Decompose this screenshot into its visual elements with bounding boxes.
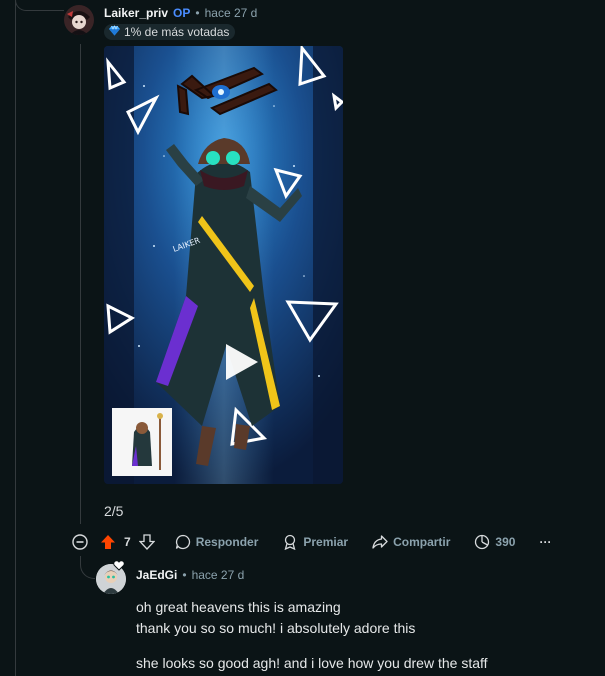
- share-label: Compartir: [393, 535, 451, 549]
- parent-thread-line: [15, 0, 16, 676]
- reply-text-line: oh great heavens this is amazing: [136, 599, 341, 615]
- reply-text-line: she looks so good agh! and i love how yo…: [136, 655, 488, 671]
- comment-action-bar: 7 Responder Premiar Compartir 390 ···: [72, 530, 551, 554]
- op-badge: OP: [173, 6, 191, 20]
- share-icon: [372, 534, 388, 550]
- collapse-icon[interactable]: [72, 534, 88, 550]
- award-button[interactable]: Premiar: [282, 534, 348, 550]
- meta-separator: •: [182, 568, 187, 582]
- flair-label: 1% de más votadas: [124, 25, 230, 39]
- views-indicator[interactable]: 390: [474, 534, 515, 550]
- downvote-icon: [138, 534, 155, 550]
- comment-video[interactable]: LAIKER: [104, 46, 343, 484]
- share-button[interactable]: Compartir: [372, 534, 450, 550]
- online-heart-icon: [113, 559, 125, 574]
- comment-thread-line: [80, 44, 81, 524]
- downvote-button[interactable]: [138, 534, 155, 550]
- views-count: 390: [495, 535, 516, 549]
- meta-separator: •: [195, 6, 200, 20]
- upvote-button[interactable]: [100, 534, 116, 550]
- reply-label: Responder: [195, 535, 259, 549]
- diamond-icon: [108, 24, 121, 40]
- artwork-illustration: LAIKER: [104, 46, 343, 484]
- views-pie-icon: [474, 534, 490, 550]
- reply-comment-time[interactable]: hace 27 d: [192, 568, 245, 582]
- top-commenter-flair: 1% de más votadas: [104, 24, 236, 40]
- op-comment-time[interactable]: hace 27 d: [205, 6, 258, 20]
- reply-text-line: thank you so so much! i absolutely adore…: [136, 620, 416, 636]
- op-avatar[interactable]: [64, 5, 94, 35]
- more-options-button[interactable]: ···: [539, 535, 551, 549]
- op-comment-meta: Laiker_priv OP • hace 27 d: [104, 6, 257, 20]
- vote-score: 7: [124, 535, 131, 549]
- reply-comment-meta: JaEdGi • hace 27 d: [136, 568, 244, 582]
- reply-button[interactable]: Responder: [175, 534, 259, 550]
- upvote-icon: [100, 534, 116, 550]
- reply-author-name[interactable]: JaEdGi: [136, 568, 177, 582]
- gallery-counter: 2/5: [104, 503, 124, 519]
- thread-connector: [15, 0, 64, 11]
- play-icon[interactable]: [224, 342, 260, 385]
- op-author-name[interactable]: Laiker_priv: [104, 6, 168, 20]
- award-icon: [282, 534, 298, 550]
- reply-connector: [80, 556, 95, 579]
- comment-bubble-icon: [175, 534, 191, 550]
- award-label: Premiar: [303, 535, 349, 549]
